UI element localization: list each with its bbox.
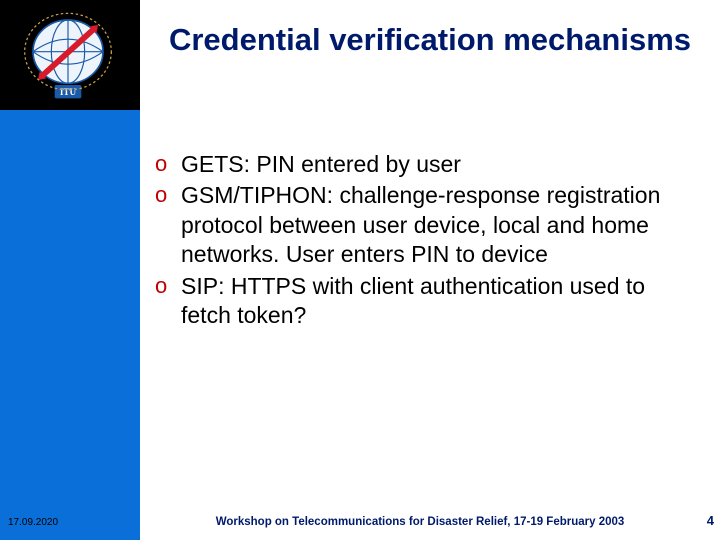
list-item: o GETS: PIN entered by user <box>155 150 690 179</box>
bullet-text: GETS: PIN entered by user <box>181 150 690 179</box>
slide: ITU Credential verification mechanisms o… <box>0 0 720 540</box>
svg-text:ITU: ITU <box>60 87 77 97</box>
footer-workshop: Workshop on Telecommunications for Disas… <box>160 516 680 528</box>
footer-page-number: 4 <box>707 513 714 528</box>
bullet-marker: o <box>155 181 181 269</box>
itu-logo-globe: ITU <box>18 10 118 100</box>
slide-title: Credential verification mechanisms <box>160 22 700 59</box>
list-item: o SIP: HTTPS with client authentication … <box>155 272 690 331</box>
itu-logo-icon: ITU <box>18 10 118 100</box>
bullet-list: o GETS: PIN entered by user o GSM/TIPHON… <box>155 150 690 333</box>
bullet-text: GSM/TIPHON: challenge-response registrat… <box>181 181 690 269</box>
bullet-marker: o <box>155 272 181 331</box>
bullet-text: SIP: HTTPS with client authentication us… <box>181 272 690 331</box>
list-item: o GSM/TIPHON: challenge-response registr… <box>155 181 690 269</box>
footer-date: 17.09.2020 <box>8 517 58 528</box>
bullet-marker: o <box>155 150 181 179</box>
itu-logo: ITU <box>8 6 128 104</box>
